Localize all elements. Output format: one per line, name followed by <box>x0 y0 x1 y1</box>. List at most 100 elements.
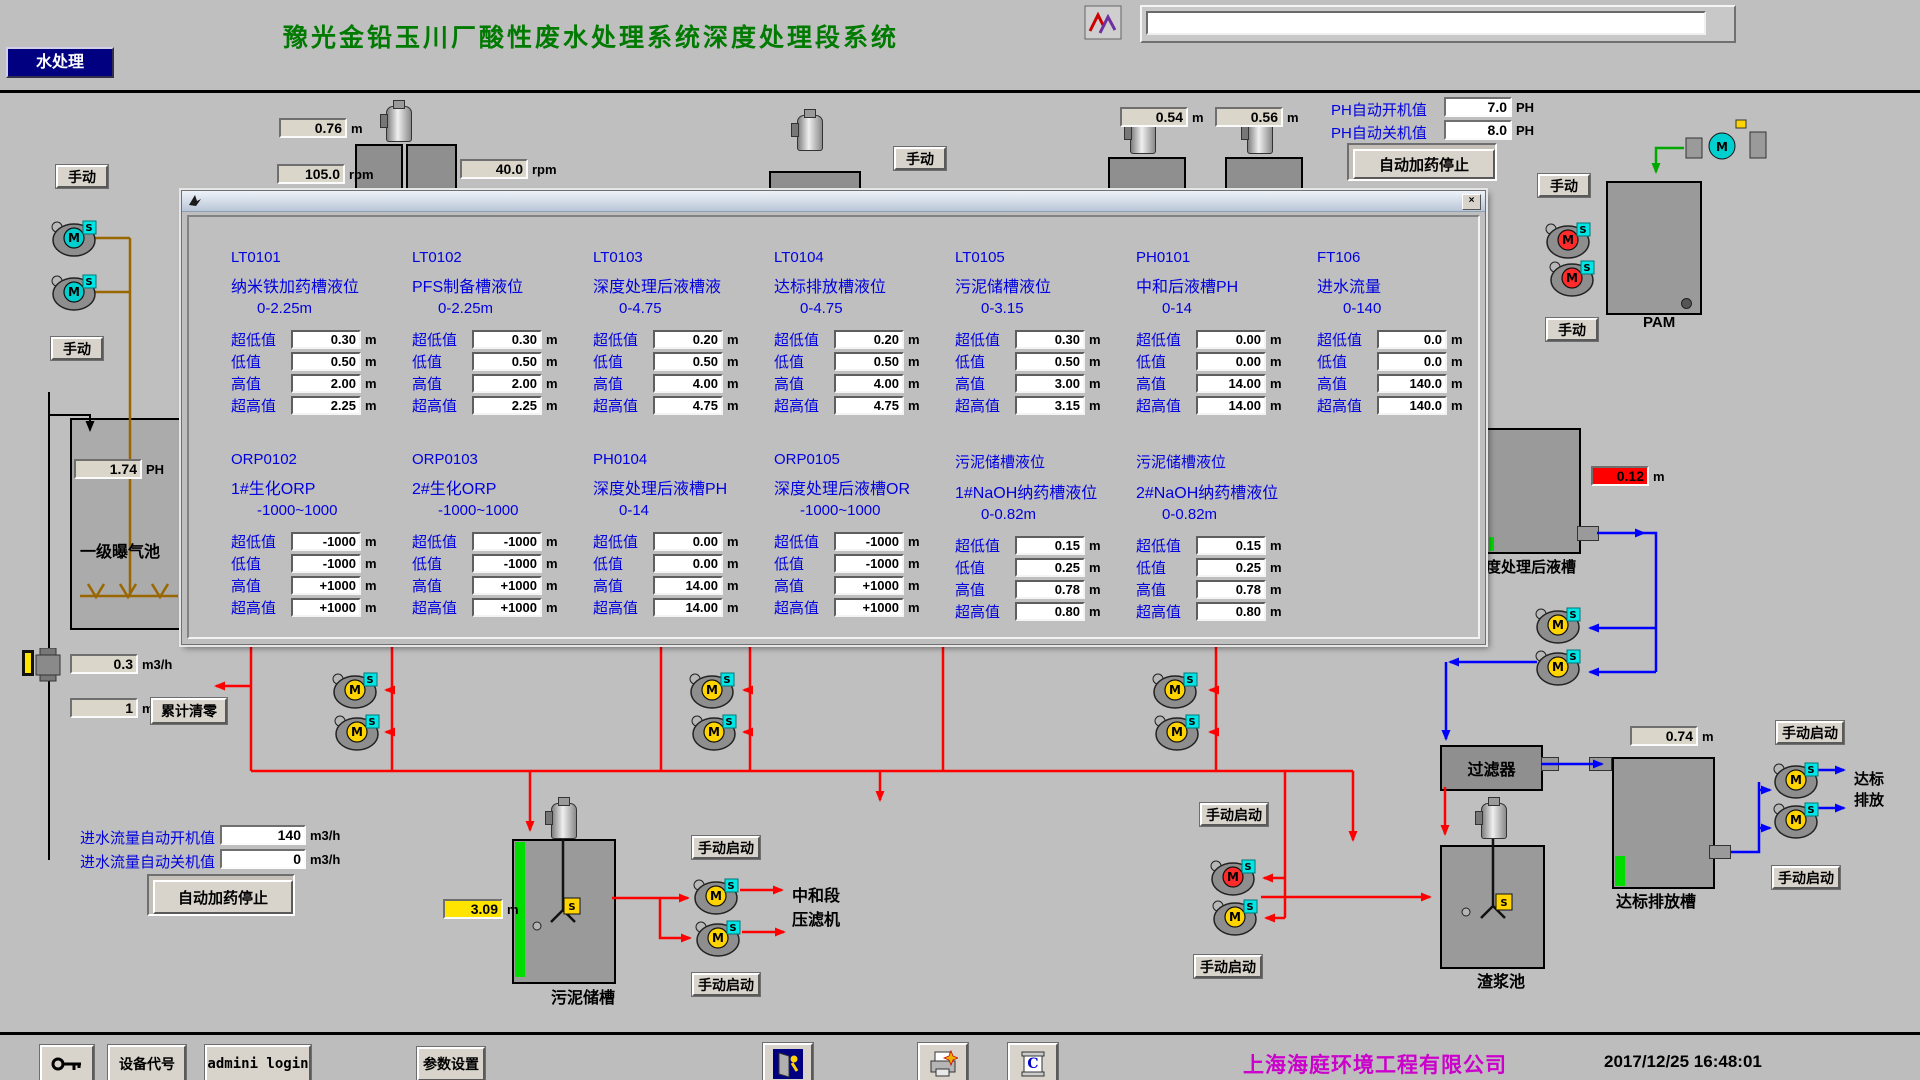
pump-icon[interactable]: MS <box>1536 608 1580 643</box>
limit-value-input[interactable]: +1000 <box>834 598 904 617</box>
key-login-button[interactable] <box>40 1045 94 1080</box>
manual-button[interactable]: 手动 <box>1546 318 1598 341</box>
limit-value-input[interactable]: 0.20 <box>834 330 904 349</box>
manual-button[interactable]: 手动 <box>1538 174 1590 197</box>
limit-value-input[interactable]: +1000 <box>472 598 542 617</box>
flow-off-setpoint[interactable]: 0m3/h <box>220 849 340 869</box>
pam-valve-assembly[interactable]: M <box>1686 120 1766 159</box>
limit-value-input[interactable]: 2.00 <box>291 374 361 393</box>
limit-value-input[interactable]: 0.25 <box>1015 558 1085 577</box>
motor-icon[interactable] <box>1481 803 1507 839</box>
pump-icon[interactable]: MS <box>52 221 96 256</box>
manual-start-button[interactable]: 手动启动 <box>1200 803 1268 826</box>
limit-value-input[interactable]: 0.80 <box>1196 602 1266 621</box>
pump-icon[interactable]: MS <box>1536 650 1580 685</box>
manual-button[interactable]: 手动 <box>56 165 108 188</box>
limit-value-input[interactable]: 0.50 <box>291 352 361 371</box>
limit-value-input[interactable]: 0.78 <box>1196 580 1266 599</box>
limit-value-input[interactable]: +1000 <box>834 576 904 595</box>
limit-value-input[interactable]: 4.75 <box>834 396 904 415</box>
exit-button[interactable] <box>763 1043 813 1080</box>
pump-icon[interactable]: MS <box>52 275 96 310</box>
script-button[interactable]: C <box>1008 1043 1058 1080</box>
ph-on-setpoint[interactable]: 7.0PH <box>1444 97 1534 117</box>
tab-water-treatment[interactable]: 水处理 <box>6 47 114 78</box>
limit-value-input[interactable]: -1000 <box>472 532 542 551</box>
limit-value-input[interactable]: 0.0 <box>1377 330 1447 349</box>
auto-dosing-stop-button[interactable]: 自动加药停止 <box>153 880 293 914</box>
pump-icon[interactable]: MS <box>696 921 740 956</box>
auto-dosing-stop-button[interactable]: 自动加药停止 <box>1353 149 1495 179</box>
pump-icon[interactable]: MS <box>1550 261 1594 296</box>
limit-value-input[interactable]: 4.00 <box>653 374 723 393</box>
limit-value-input[interactable]: -1000 <box>472 554 542 573</box>
pump-icon[interactable]: MS <box>690 673 734 708</box>
limit-value-input[interactable]: 0.00 <box>653 532 723 551</box>
pump-icon[interactable]: MS <box>694 879 738 914</box>
limit-value-input[interactable]: 0.50 <box>1015 352 1085 371</box>
ph-off-setpoint[interactable]: 8.0PH <box>1444 120 1534 140</box>
limit-value-input[interactable]: 3.15 <box>1015 396 1085 415</box>
limit-value-input[interactable]: +1000 <box>472 576 542 595</box>
print-button[interactable] <box>918 1043 968 1080</box>
manual-start-button[interactable]: 手动启动 <box>692 836 760 859</box>
limit-value-input[interactable]: 0.78 <box>1015 580 1085 599</box>
limit-value-input[interactable]: -1000 <box>834 554 904 573</box>
pump-icon[interactable]: MS <box>1155 715 1199 750</box>
device-code-button[interactable]: 设备代号 <box>108 1045 186 1080</box>
pump-icon[interactable]: MS <box>335 715 379 750</box>
reset-total-button[interactable]: 累计清零 <box>151 698 227 724</box>
limit-value-input[interactable]: 2.25 <box>472 396 542 415</box>
limit-value-input[interactable]: 0.80 <box>1015 602 1085 621</box>
manual-start-button[interactable]: 手动启动 <box>1772 866 1840 889</box>
limit-value-input[interactable]: 2.25 <box>291 396 361 415</box>
limit-value-input[interactable]: 0.00 <box>1196 330 1266 349</box>
dialog-titlebar[interactable]: × <box>182 191 1485 212</box>
limit-value-input[interactable]: 0.25 <box>1196 558 1266 577</box>
manual-start-button[interactable]: 手动启动 <box>1194 955 1262 978</box>
pump-icon[interactable]: MS <box>1211 860 1255 895</box>
limit-value-input[interactable]: 140.0 <box>1377 396 1447 415</box>
limit-value-input[interactable]: 14.00 <box>1196 396 1266 415</box>
dialog-close-button[interactable]: × <box>1462 194 1481 210</box>
motor-icon[interactable] <box>797 115 823 151</box>
limit-value-input[interactable]: -1000 <box>834 532 904 551</box>
limit-value-input[interactable]: 0.50 <box>653 352 723 371</box>
limit-value-input[interactable]: 0.00 <box>653 554 723 573</box>
limit-value-input[interactable]: 0.15 <box>1015 536 1085 555</box>
pump-icon[interactable]: MS <box>1153 673 1197 708</box>
pump-icon[interactable]: MS <box>1774 803 1818 838</box>
screen-switch-icon[interactable] <box>1084 5 1122 40</box>
limit-value-input[interactable]: 140.0 <box>1377 374 1447 393</box>
pump-icon[interactable]: MS <box>692 715 736 750</box>
manual-button[interactable]: 手动 <box>51 337 103 360</box>
limit-value-input[interactable]: 3.00 <box>1015 374 1085 393</box>
manual-start-button[interactable]: 手动启动 <box>692 973 760 996</box>
flow-on-setpoint[interactable]: 140m3/h <box>220 825 340 845</box>
motor-icon[interactable] <box>551 803 577 839</box>
pump-icon[interactable]: MS <box>1213 900 1257 935</box>
limit-value-input[interactable]: 14.00 <box>1196 374 1266 393</box>
limit-value-input[interactable]: 14.00 <box>653 576 723 595</box>
pump-icon[interactable]: MS <box>1774 763 1818 798</box>
motor-icon[interactable] <box>386 106 412 142</box>
pump-icon[interactable]: MS <box>333 673 377 708</box>
limit-value-input[interactable]: 0.30 <box>1015 330 1085 349</box>
limit-value-input[interactable]: 0.30 <box>291 330 361 349</box>
manual-button[interactable]: 手动 <box>894 147 946 170</box>
limit-value-input[interactable]: 2.00 <box>472 374 542 393</box>
login-button[interactable]: admini login <box>205 1045 311 1080</box>
limit-value-input[interactable]: +1000 <box>291 576 361 595</box>
manual-start-button[interactable]: 手动启动 <box>1776 721 1844 744</box>
limit-value-input[interactable]: 0.30 <box>472 330 542 349</box>
limit-value-input[interactable]: 0.50 <box>472 352 542 371</box>
limit-value-input[interactable]: 0.50 <box>834 352 904 371</box>
limit-value-input[interactable]: 0.00 <box>1196 352 1266 371</box>
limit-value-input[interactable]: 4.75 <box>653 396 723 415</box>
params-settings-button[interactable]: 参数设置 <box>417 1047 485 1080</box>
limit-value-input[interactable]: 4.00 <box>834 374 904 393</box>
pump-icon[interactable]: MS <box>1546 223 1590 258</box>
limit-value-input[interactable]: 14.00 <box>653 598 723 617</box>
limit-value-input[interactable]: 0.0 <box>1377 352 1447 371</box>
flow-meter-icon[interactable] <box>22 648 66 687</box>
